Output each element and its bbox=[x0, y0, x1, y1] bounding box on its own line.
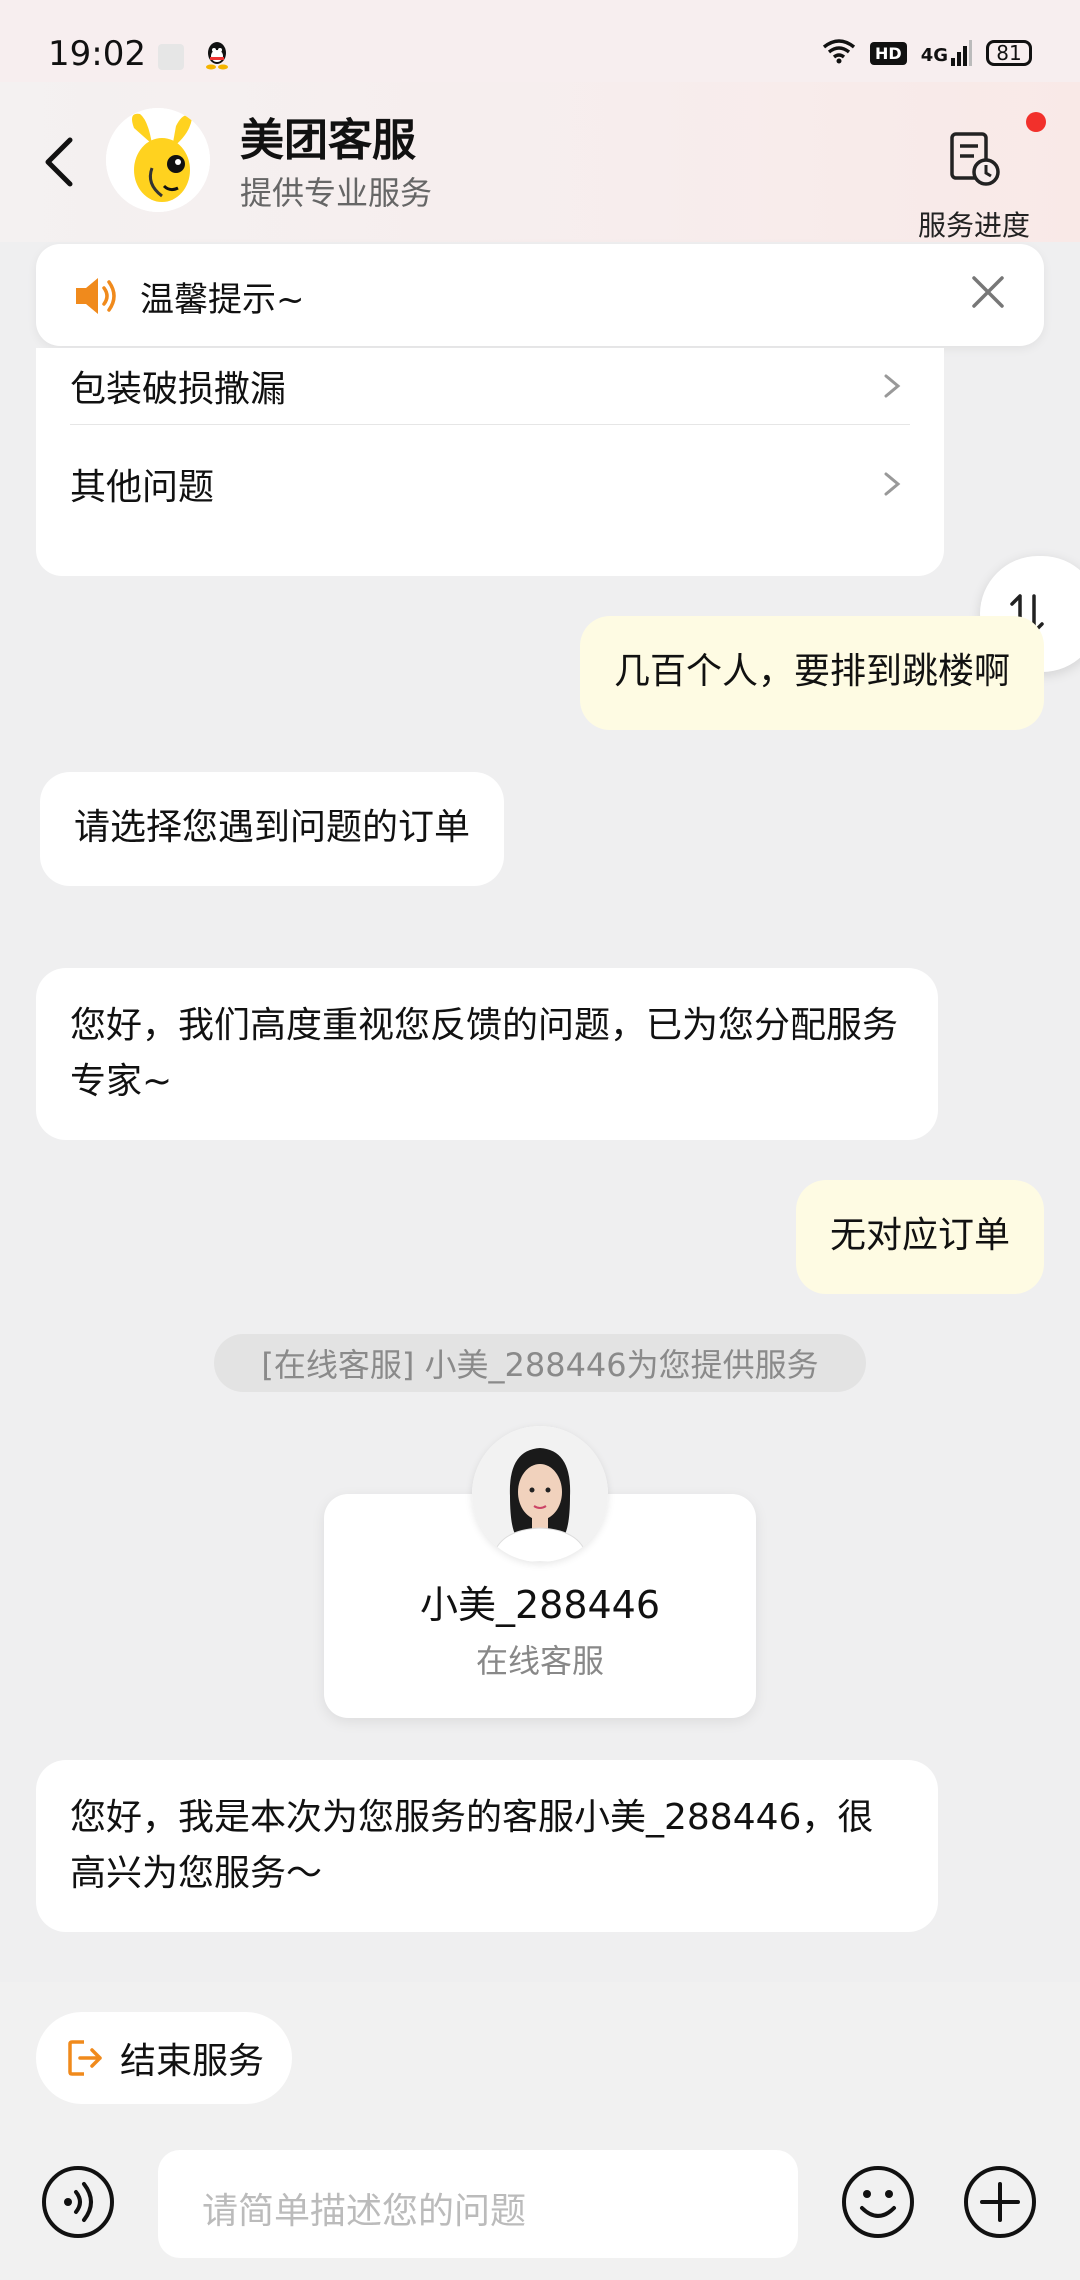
wifi-icon bbox=[822, 38, 856, 68]
voice-icon bbox=[42, 2166, 114, 2238]
message-bubble-bot[interactable]: 请选择您遇到问题的订单 bbox=[40, 772, 505, 886]
battery-indicator: 81 bbox=[986, 40, 1032, 66]
cell-signal-icon: 4G bbox=[921, 40, 972, 66]
qq-icon bbox=[204, 40, 230, 70]
menu-item-other[interactable]: 其他问题 bbox=[70, 444, 910, 524]
service-avatar bbox=[106, 108, 210, 212]
message-bubble-agent: 您好，我是本次为您服务的客服小美_288446，很高兴为您服务～ bbox=[36, 1760, 938, 1932]
agent-name: 小美_288446 bbox=[419, 1583, 661, 1627]
network-type: 4G bbox=[920, 45, 948, 66]
notification-dot bbox=[1026, 112, 1046, 132]
voice-input-button[interactable] bbox=[40, 2164, 116, 2240]
more-options-button[interactable] bbox=[962, 2164, 1038, 2240]
menu-item-label: 包装破损撒漏 bbox=[70, 369, 287, 410]
issue-menu-card: 包装破损撒漏 其他问题 bbox=[36, 348, 944, 576]
service-progress-icon bbox=[950, 132, 1000, 186]
notice-bar[interactable]: 温馨提示~ bbox=[36, 244, 1044, 346]
page-subtitle: 提供专业服务 bbox=[240, 174, 433, 212]
message-bubble-bot: 您好，我们高度重视您反馈的问题，已为您分配服务专家~ bbox=[36, 968, 938, 1140]
agent-role: 在线客服 bbox=[475, 1642, 604, 1680]
system-notice: [在线客服] 小美_288446为您提供服务 bbox=[214, 1334, 866, 1392]
message-bubble-user: 几百个人，要排到跳楼啊 bbox=[579, 616, 1044, 730]
agent-avatar-icon bbox=[472, 1426, 608, 1562]
speaker-icon bbox=[76, 278, 116, 314]
service-progress-label: 服务进度 bbox=[917, 209, 1030, 242]
divider bbox=[70, 424, 910, 425]
meituan-kangaroo-icon bbox=[106, 108, 210, 212]
notice-text: 温馨提示~ bbox=[140, 280, 305, 320]
status-bar: 19:02 HD 4G 81 bbox=[0, 0, 1080, 82]
emoji-button[interactable] bbox=[840, 2164, 916, 2240]
chat-header: 美团客服 提供专业服务 服务进度 bbox=[0, 82, 1080, 242]
message-input[interactable]: 请简单描述您的问题 bbox=[158, 2150, 798, 2258]
close-icon bbox=[972, 276, 1004, 308]
notification-placeholder-icon bbox=[158, 44, 184, 70]
plus-icon bbox=[964, 2166, 1036, 2238]
bottom-input-area: 结束服务 请简单描述您的问题 bbox=[0, 1982, 1080, 2280]
chevron-left-icon bbox=[45, 137, 73, 187]
hd-badge: HD bbox=[870, 41, 907, 65]
chevron-right-icon bbox=[884, 374, 901, 398]
page-title: 美团客服 bbox=[240, 115, 416, 166]
chevron-right-icon bbox=[884, 472, 901, 496]
agent-avatar bbox=[472, 1426, 608, 1562]
message-input-placeholder: 请简单描述您的问题 bbox=[202, 2191, 527, 2232]
service-progress-button[interactable]: 服务进度 bbox=[894, 112, 1054, 242]
end-service-button[interactable]: 结束服务 bbox=[36, 2012, 292, 2104]
status-time: 19:02 bbox=[48, 34, 146, 74]
exit-icon bbox=[68, 2040, 102, 2076]
end-service-label: 结束服务 bbox=[120, 2041, 265, 2082]
menu-item-label: 其他问题 bbox=[70, 467, 215, 508]
menu-item-package-damaged[interactable]: 包装破损撒漏 bbox=[70, 346, 910, 426]
emoji-icon bbox=[842, 2166, 914, 2238]
message-bubble-user: 无对应订单 bbox=[795, 1180, 1044, 1294]
close-notice-button[interactable] bbox=[968, 272, 1008, 312]
back-button[interactable] bbox=[36, 132, 86, 192]
